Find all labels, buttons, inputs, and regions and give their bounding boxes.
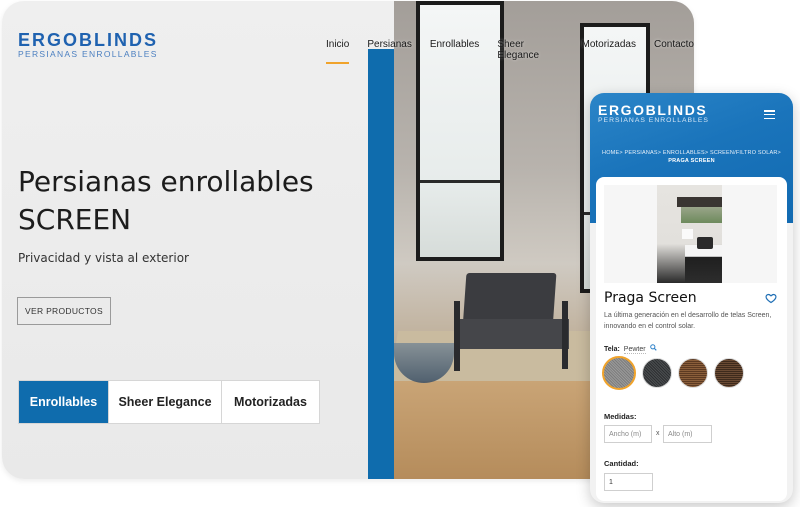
measures-label: Medidas: bbox=[604, 412, 637, 421]
category-tabs: Enrollables Sheer Elegance Motorizadas bbox=[18, 380, 320, 424]
hero-title: Persianas enrollables SCREEN bbox=[18, 163, 314, 239]
height-input[interactable]: Alto (m) bbox=[663, 425, 712, 443]
tab-motorizadas[interactable]: Motorizadas bbox=[221, 381, 319, 423]
logo-brand: ERGOBLINDS bbox=[598, 102, 708, 118]
site-logo[interactable]: ERGOBLINDS PERSIANAS ENROLLABLES bbox=[18, 31, 158, 59]
quantity-label: Cantidad: bbox=[604, 459, 639, 468]
hero-title-line1: Persianas enrollables bbox=[18, 165, 314, 198]
heart-icon[interactable] bbox=[765, 292, 777, 304]
width-input[interactable]: Ancho (m) bbox=[604, 425, 652, 443]
dimension-separator: x bbox=[656, 430, 660, 437]
armchair-leg bbox=[562, 301, 568, 369]
nav-item-motorizadas[interactable]: Motorizadas bbox=[582, 39, 636, 64]
swatch-charcoal[interactable] bbox=[642, 358, 672, 388]
fabric-row: Tela: Pewter bbox=[604, 344, 657, 354]
mobile-logo[interactable]: ERGOBLINDS PERSIANAS ENROLLABLES bbox=[598, 103, 709, 125]
hamburger-icon[interactable] bbox=[764, 110, 775, 119]
quantity-input[interactable]: 1 bbox=[604, 473, 653, 491]
logo-tagline: PERSIANAS ENROLLABLES bbox=[18, 49, 158, 59]
armchair-leg bbox=[454, 301, 460, 371]
swatch-bronze[interactable] bbox=[678, 358, 708, 388]
fabric-label: Tela: bbox=[604, 346, 620, 353]
product-image bbox=[604, 185, 777, 283]
breadcrumb-current: PRAGA SCREEN bbox=[668, 158, 715, 164]
nav-item-persianas[interactable]: Persianas bbox=[367, 39, 411, 64]
accent-stripe bbox=[368, 49, 394, 479]
product-description: La última generación en el desarrollo de… bbox=[604, 312, 772, 330]
tab-sheer-elegance[interactable]: Sheer Elegance bbox=[108, 381, 221, 423]
ver-productos-button[interactable]: VER PRODUCTOS bbox=[17, 297, 111, 325]
nav-item-contacto[interactable]: Contacto bbox=[654, 39, 694, 64]
product-card: Praga Screen La última generación en el … bbox=[596, 177, 787, 501]
breadcrumb: HOME> PERSIANAS> ENROLLABLES> SCREEN/FIL… bbox=[590, 149, 793, 165]
swatch-pewter[interactable] bbox=[602, 356, 636, 390]
bedroom-photo bbox=[657, 185, 722, 283]
fabric-value: Pewter bbox=[623, 346, 646, 354]
logo-tagline: PERSIANAS ENROLLABLES bbox=[598, 117, 709, 124]
mobile-mockup: ERGOBLINDS PERSIANAS ENROLLABLES HOME> P… bbox=[590, 93, 793, 503]
armchair-seat-image bbox=[454, 319, 569, 349]
fabric-swatches bbox=[602, 356, 744, 390]
breadcrumb-path[interactable]: HOME> PERSIANAS> ENROLLABLES> SCREEN/FIL… bbox=[602, 150, 781, 156]
product-title: Praga Screen bbox=[604, 290, 697, 306]
hero-title-line2: SCREEN bbox=[18, 203, 132, 236]
hero-subtitle: Privacidad y vista al exterior bbox=[18, 251, 189, 265]
nav-item-inicio[interactable]: Inicio bbox=[326, 39, 350, 64]
nav-item-sheer-elegance[interactable]: Sheer Elegance bbox=[497, 39, 563, 64]
swatch-chocolate[interactable] bbox=[714, 358, 744, 388]
main-nav: Inicio Persianas Enrollables Sheer Elega… bbox=[326, 39, 694, 64]
search-icon[interactable] bbox=[649, 344, 657, 351]
tab-enrollables[interactable]: Enrollables bbox=[19, 381, 108, 423]
nav-item-enrollables[interactable]: Enrollables bbox=[430, 39, 479, 64]
logo-brand: ERGOBLINDS bbox=[18, 30, 159, 50]
